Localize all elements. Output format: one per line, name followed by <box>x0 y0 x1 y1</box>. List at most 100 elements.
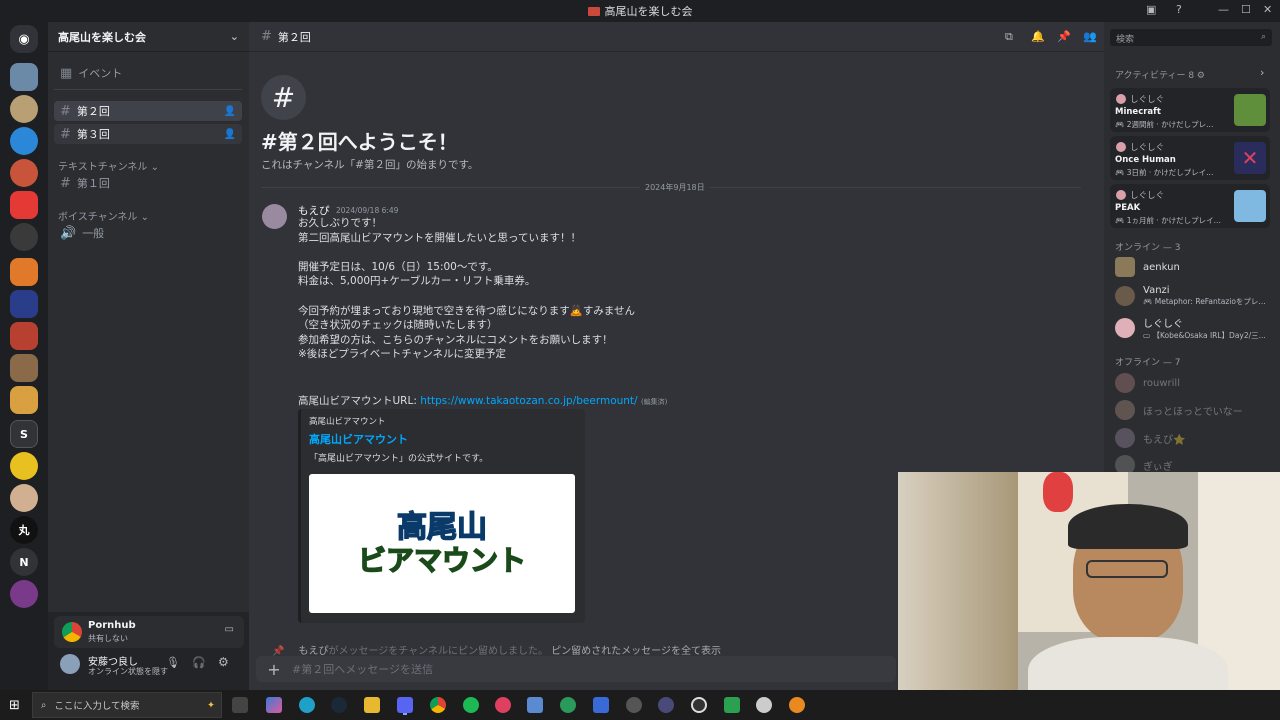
member-item[interactable]: もえぴ⭐ <box>1115 428 1185 448</box>
steam-icon[interactable] <box>331 697 347 713</box>
taskbar-search[interactable]: ⌕ ここに入力して検索 ✦ <box>32 692 222 718</box>
server-icon[interactable]: N <box>10 548 38 576</box>
member-item[interactable]: しぐしぐ ▭ 【Kobe&Osaka IRL】Day2/三... <box>1115 315 1266 341</box>
close-button[interactable]: ✕ <box>1263 3 1272 16</box>
voice-channel-ippan[interactable]: 🔊 一般 <box>54 223 242 243</box>
app-icon[interactable] <box>658 697 674 713</box>
member-list-icon[interactable]: 👥 <box>1083 30 1097 43</box>
text-category[interactable]: テキストチャンネル ⌄ <box>58 158 159 173</box>
server-icon[interactable] <box>10 580 38 608</box>
add-member-icon[interactable]: 👤 <box>224 106 236 117</box>
maximize-button[interactable]: ☐ <box>1241 3 1251 16</box>
member-item[interactable]: ほっとほっとでいなー <box>1115 400 1243 420</box>
add-attachment-icon[interactable]: + <box>256 660 292 679</box>
activity-card[interactable]: しぐしぐ PEAK 🎮 1ヵ月前 · かけだしプレイ... <box>1110 184 1270 228</box>
task-view-icon[interactable] <box>232 697 248 713</box>
discord-icon[interactable] <box>397 697 413 713</box>
server-icon[interactable] <box>10 290 38 318</box>
spotify-icon[interactable] <box>463 697 479 713</box>
activity-user: しぐしぐ <box>1130 143 1165 153</box>
activity-detail: かけだしプレイ... <box>1153 168 1214 177</box>
activity-card[interactable]: しぐしぐ Once Human 🎮 3日前 · かけだしプレイ... ✕ <box>1110 136 1270 180</box>
server-icon[interactable] <box>10 452 38 480</box>
member-name: ほっとほっとでいなー <box>1143 406 1243 418</box>
server-icon[interactable]: 丸 <box>10 516 38 544</box>
app-icon[interactable] <box>724 697 740 713</box>
user-panel: Pornhub 共有しない ▭ 安藤つ良し オンライン状態を隠す 🎙 🎧 ⚙ <box>48 612 249 690</box>
url-link[interactable]: https://www.takaotozan.co.jp/beermount/ <box>420 395 637 407</box>
server-icon[interactable]: S <box>10 420 38 448</box>
inbox-icon[interactable]: ▣ <box>1146 3 1156 16</box>
member-status-text: Metaphor: ReFantazioをプレ... <box>1154 297 1266 306</box>
threads-icon[interactable]: ⧉ <box>1005 30 1013 44</box>
message-line: お久しぶりです！ <box>298 217 382 229</box>
app-icon[interactable] <box>756 697 772 713</box>
server-icon[interactable] <box>10 484 38 512</box>
channel-item-dai3kai[interactable]: # 第３回 👤 <box>54 124 242 144</box>
server-icon[interactable] <box>10 95 38 123</box>
activity-card[interactable]: しぐしぐ Minecraft 🎮 2週間前 · かけだしプレ... <box>1110 88 1270 132</box>
member-item[interactable]: Vanzi 🎮 Metaphor: ReFantazioをプレ... <box>1115 285 1266 307</box>
app-icon[interactable] <box>527 697 543 713</box>
lips-app-icon[interactable] <box>495 697 511 713</box>
activity-user: しぐしぐ <box>1130 95 1165 105</box>
file-explorer-icon[interactable] <box>364 697 380 713</box>
server-icon[interactable] <box>10 354 38 382</box>
server-icon[interactable] <box>10 159 38 187</box>
chevron-down-icon: ⌄ <box>229 30 239 43</box>
app-window: 高尾山を楽しむ会 ▣ ? — ☐ ✕ ◉ S 丸 N 高尾山を楽しむ会 ⌄ ▦ <box>0 0 1280 720</box>
server-icon[interactable] <box>10 386 38 414</box>
activity-panel[interactable]: Pornhub 共有しない ▭ <box>54 616 244 648</box>
embed-title[interactable]: 高尾山ビアマウント <box>309 431 408 447</box>
member-item[interactable]: rouwrill <box>1115 373 1180 393</box>
pin-notice: 📌 もえぴがメッセージをチャンネルにピン留めしました。 ピン留めされたメッセージを… <box>272 642 721 657</box>
message-input[interactable]: #第２回へメッセージを送信 <box>292 661 433 677</box>
headphones-icon[interactable]: 🎧 <box>192 656 206 669</box>
channel-label: 第２回 <box>76 105 110 118</box>
server-icon[interactable] <box>10 127 38 155</box>
add-member-icon[interactable]: 👤 <box>224 129 236 140</box>
server-icon[interactable] <box>10 258 38 286</box>
peak-icon <box>1234 190 1266 222</box>
activity-user: しぐしぐ <box>1130 191 1165 201</box>
message-timestamp: 2024/09/18 6:49 <box>336 206 399 215</box>
voice-category[interactable]: ボイスチャンネル ⌄ <box>58 208 149 223</box>
channel-item-dai2kai[interactable]: # 第２回 👤 <box>54 101 242 121</box>
avatar[interactable] <box>60 654 80 674</box>
pin-icon[interactable]: 📌 <box>1057 30 1071 43</box>
bell-icon[interactable]: 🔔 <box>1031 30 1045 43</box>
member-item[interactable]: aenkun <box>1115 257 1180 277</box>
date-divider-label: 2024年9月18日 <box>640 182 710 193</box>
server-icon[interactable] <box>10 63 38 91</box>
edge-icon[interactable] <box>299 697 315 713</box>
activity-app: Pornhub <box>88 620 136 631</box>
document-icon[interactable] <box>593 697 609 713</box>
avatar <box>1115 286 1135 306</box>
app-icon[interactable] <box>789 697 805 713</box>
chevron-right-icon[interactable]: › <box>1260 66 1264 79</box>
chrome-icon[interactable] <box>430 697 446 713</box>
channel-item-dai1kai[interactable]: # 第１回 <box>54 173 242 193</box>
search-icon: ⌕ <box>41 699 47 711</box>
server-icon[interactable] <box>10 322 38 350</box>
app-icon[interactable] <box>691 697 707 713</box>
screen-share-icon[interactable]: ▭ <box>225 624 234 635</box>
server-header[interactable]: 高尾山を楽しむ会 ⌄ <box>48 22 249 52</box>
app-icon[interactable] <box>626 697 642 713</box>
events-item[interactable]: ▦ イベント <box>54 63 242 83</box>
taskbar-search-placeholder: ここに入力して検索 <box>54 701 140 712</box>
discord-home-icon[interactable]: ◉ <box>10 25 38 53</box>
author-avatar[interactable] <box>262 204 287 229</box>
minimize-button[interactable]: — <box>1218 3 1229 16</box>
copilot-icon[interactable] <box>266 697 282 713</box>
server-icon[interactable] <box>10 223 38 251</box>
gear-icon[interactable]: ⚙ <box>218 655 229 669</box>
microphone-icon[interactable]: 🎙 <box>166 656 180 669</box>
embed-image[interactable]: 高尾山 ビアマウント <box>309 474 575 613</box>
server-icon[interactable] <box>10 191 38 219</box>
windows-start-icon[interactable]: ⊞ <box>9 698 20 713</box>
search-input[interactable]: 検索 ⌕ <box>1110 29 1272 46</box>
help-icon[interactable]: ? <box>1176 3 1182 16</box>
server-flag-icon <box>587 6 600 16</box>
app-icon[interactable] <box>560 697 576 713</box>
